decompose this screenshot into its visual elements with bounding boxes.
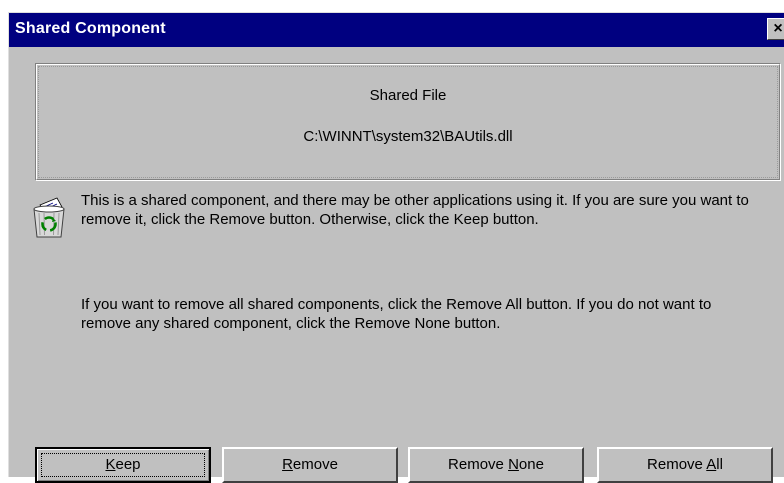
remove-button[interactable]: Remove — [222, 447, 398, 483]
remove-all-button-label: Remove All — [647, 456, 723, 473]
shared-file-path: C:\WINNT\system32\BAUtils.dll — [303, 128, 513, 145]
keep-button-label: Keep — [105, 456, 141, 473]
shared-component-dialog: Shared Component × Shared File C:\WINNT\… — [8, 12, 784, 483]
dialog-title: Shared Component — [15, 20, 166, 37]
recycle-bin-icon — [33, 197, 65, 238]
message-paragraph-2: If you want to remove all shared compone… — [81, 296, 712, 332]
message-paragraph-1: This is a shared component, and there ma… — [81, 192, 749, 228]
keep-button[interactable]: Keep — [35, 447, 211, 483]
remove-all-button[interactable]: Remove All — [597, 447, 773, 483]
remove-none-button[interactable]: Remove None — [408, 447, 584, 483]
title-bar[interactable]: Shared Component × — [9, 13, 784, 47]
shared-file-group: Shared File C:\WINNT\system32\BAUtils.dl… — [35, 63, 781, 181]
shared-file-frame — [36, 64, 780, 180]
remove-none-button-label: Remove None — [448, 456, 544, 473]
close-button[interactable]: × — [767, 18, 784, 40]
close-icon: × — [773, 20, 783, 37]
remove-button-label: Remove — [282, 456, 338, 473]
shared-file-heading: Shared File — [369, 87, 447, 104]
